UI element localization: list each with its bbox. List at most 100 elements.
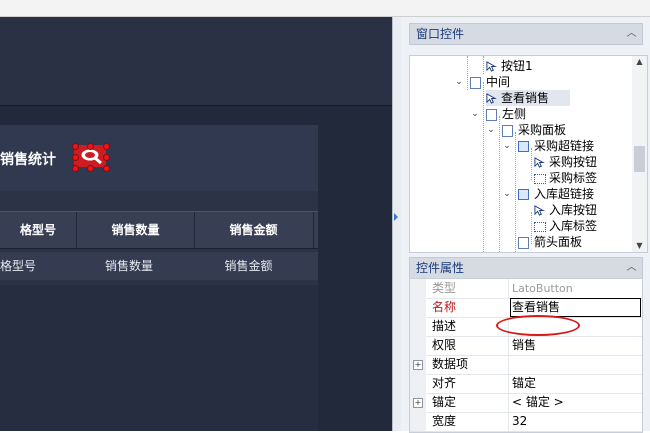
table-row[interactable]: 格型号 销售数量 销售金额 bbox=[0, 252, 318, 280]
link-icon bbox=[518, 189, 529, 200]
collapse-icon[interactable]: ︿ bbox=[625, 27, 638, 40]
table-cell: 销售金额 bbox=[224, 259, 273, 273]
divider bbox=[508, 374, 509, 393]
top-strip bbox=[0, 0, 650, 17]
property-key: 类型 bbox=[432, 281, 457, 295]
pane-title: 控件属性 bbox=[416, 261, 465, 275]
row-gutter bbox=[410, 298, 426, 317]
designer-canvas[interactable]: 销售统计 格型号 销售数量 销售金额 格型号 销售数量 销售金额 bbox=[0, 17, 392, 431]
tree-connector bbox=[467, 56, 468, 90]
resize-handle[interactable] bbox=[103, 154, 110, 161]
property-value[interactable]: 32 bbox=[512, 412, 527, 431]
table-cell: 销售数量 bbox=[104, 259, 153, 273]
expand-chevron-icon[interactable]: ⌄ bbox=[502, 138, 512, 154]
scroll-down-icon[interactable]: ▼ bbox=[632, 240, 647, 252]
tree-item-label: 入库标签 bbox=[549, 219, 598, 233]
collapse-icon[interactable]: ︿ bbox=[625, 261, 638, 274]
tree-item-label: 采购按钮 bbox=[549, 155, 598, 169]
splitter[interactable] bbox=[392, 17, 401, 431]
divider bbox=[508, 412, 509, 431]
property-key: 对齐 bbox=[432, 376, 457, 390]
property-key: 数据项 bbox=[432, 357, 469, 371]
tree-item-label: 查看销售 bbox=[501, 91, 550, 105]
column-header[interactable]: 格型号 bbox=[0, 212, 76, 248]
link-icon bbox=[518, 141, 529, 152]
vertical-scrollbar[interactable]: ▲ ▼ bbox=[632, 55, 648, 253]
panel-title: 销售统计 bbox=[0, 152, 56, 168]
tree-connector bbox=[483, 56, 484, 74]
tree-item-selected[interactable]: 查看销售 bbox=[486, 90, 570, 106]
window-controls-header[interactable]: 窗口控件 ︿ bbox=[409, 23, 643, 45]
property-row[interactable]: 类型 LatoButton bbox=[410, 279, 642, 299]
property-value: LatoButton bbox=[512, 282, 573, 295]
pane-title: 窗口控件 bbox=[416, 27, 465, 41]
tree-connector bbox=[531, 148, 532, 180]
collapse-arrow-icon[interactable] bbox=[394, 213, 398, 221]
resize-handle[interactable] bbox=[72, 143, 79, 150]
tree-item-label: 采购标签 bbox=[549, 171, 598, 185]
row-gutter bbox=[410, 412, 426, 431]
tree-item-label: 箭头面板 bbox=[534, 235, 583, 249]
scroll-up-icon[interactable]: ▲ bbox=[632, 56, 647, 68]
property-row[interactable]: 对齐 锚定 bbox=[410, 374, 642, 394]
divider bbox=[508, 336, 509, 355]
property-key: 描述 bbox=[432, 319, 457, 333]
property-key: 锚定 bbox=[432, 395, 457, 409]
property-row[interactable]: 宽度 32 bbox=[410, 412, 642, 432]
table-cell: 格型号 bbox=[0, 259, 37, 273]
property-row[interactable]: + 数据项 bbox=[410, 355, 642, 375]
expand-chevron-icon[interactable]: ⌄ bbox=[486, 122, 496, 138]
resize-handle[interactable] bbox=[87, 165, 94, 172]
tree-item-label: 中间 bbox=[486, 75, 511, 89]
divider bbox=[0, 105, 392, 106]
column-header[interactable]: 销售金额 bbox=[195, 212, 312, 248]
resize-handle[interactable] bbox=[103, 143, 110, 150]
controls-tree[interactable]: 按钮1 ⌄ 中间 查看销售 ⌄ 左侧 ⌄ 采购面板 ⌄ 采购超链接 采购按钮 采… bbox=[409, 55, 633, 253]
property-key: 名称 bbox=[432, 300, 457, 314]
column-header[interactable]: 销售数量 bbox=[77, 212, 194, 248]
grid-body bbox=[0, 285, 318, 431]
side-panel: 窗口控件 ︿ 按钮1 ⌄ 中间 查看销售 ⌄ 左侧 ⌄ 采购面板 ⌄ 采购超链接… bbox=[401, 17, 650, 433]
divider bbox=[508, 279, 509, 298]
control-properties-header[interactable]: 控件属性 ︿ bbox=[409, 257, 643, 279]
row-gutter bbox=[410, 317, 426, 336]
page-icon bbox=[470, 77, 481, 89]
property-row[interactable]: + 锚定 < 锚定 > bbox=[410, 393, 642, 413]
expand-chevron-icon[interactable]: ⌄ bbox=[502, 186, 512, 202]
cursor-icon bbox=[486, 61, 497, 72]
app-window: 销售统计 格型号 销售数量 销售金额 格型号 销售数量 销售金额 窗口控件 ︿ … bbox=[0, 0, 650, 433]
panel-header: 销售统计 bbox=[0, 125, 318, 191]
sales-stats-panel[interactable]: 销售统计 格型号 销售数量 销售金额 格型号 销售数量 销售金额 bbox=[0, 125, 318, 431]
row-gutter bbox=[410, 374, 426, 393]
tree-connector bbox=[515, 132, 516, 252]
divider bbox=[508, 355, 509, 374]
label-icon bbox=[534, 222, 546, 232]
page-icon bbox=[502, 125, 513, 137]
property-key: 宽度 bbox=[432, 414, 457, 428]
scroll-thumb[interactable] bbox=[634, 146, 645, 172]
resize-handle[interactable] bbox=[103, 165, 110, 172]
resize-handle[interactable] bbox=[72, 165, 79, 172]
grid-header: 格型号 销售数量 销售金额 bbox=[0, 211, 318, 249]
property-value[interactable]: < 锚定 > bbox=[512, 393, 564, 412]
page-icon bbox=[518, 237, 529, 249]
tree-item-label: 按钮1 bbox=[501, 59, 533, 73]
resize-handle[interactable] bbox=[72, 154, 79, 161]
row-gutter: + bbox=[410, 355, 426, 374]
tree-connector bbox=[483, 82, 484, 252]
expand-chevron-icon[interactable]: ⌄ bbox=[470, 106, 480, 122]
expand-plus-icon[interactable]: + bbox=[413, 360, 423, 370]
resize-handle[interactable] bbox=[87, 143, 94, 150]
expand-plus-icon[interactable]: + bbox=[413, 398, 423, 408]
cursor-icon bbox=[534, 205, 545, 216]
highlight-circle bbox=[496, 315, 580, 336]
search-button-widget[interactable] bbox=[72, 143, 110, 172]
property-value[interactable]: 销售 bbox=[512, 336, 536, 355]
property-grid[interactable]: 类型 LatoButton 名称 查看销售 描述 权限 销售 + 数据项 对齐 … bbox=[409, 278, 643, 433]
property-row[interactable]: 权限 销售 bbox=[410, 336, 642, 356]
cursor-icon bbox=[486, 93, 497, 104]
tree-connector bbox=[531, 212, 532, 244]
property-value[interactable]: 锚定 bbox=[512, 374, 536, 393]
expand-chevron-icon[interactable]: ⌄ bbox=[454, 74, 464, 90]
tree-connector bbox=[499, 116, 500, 252]
